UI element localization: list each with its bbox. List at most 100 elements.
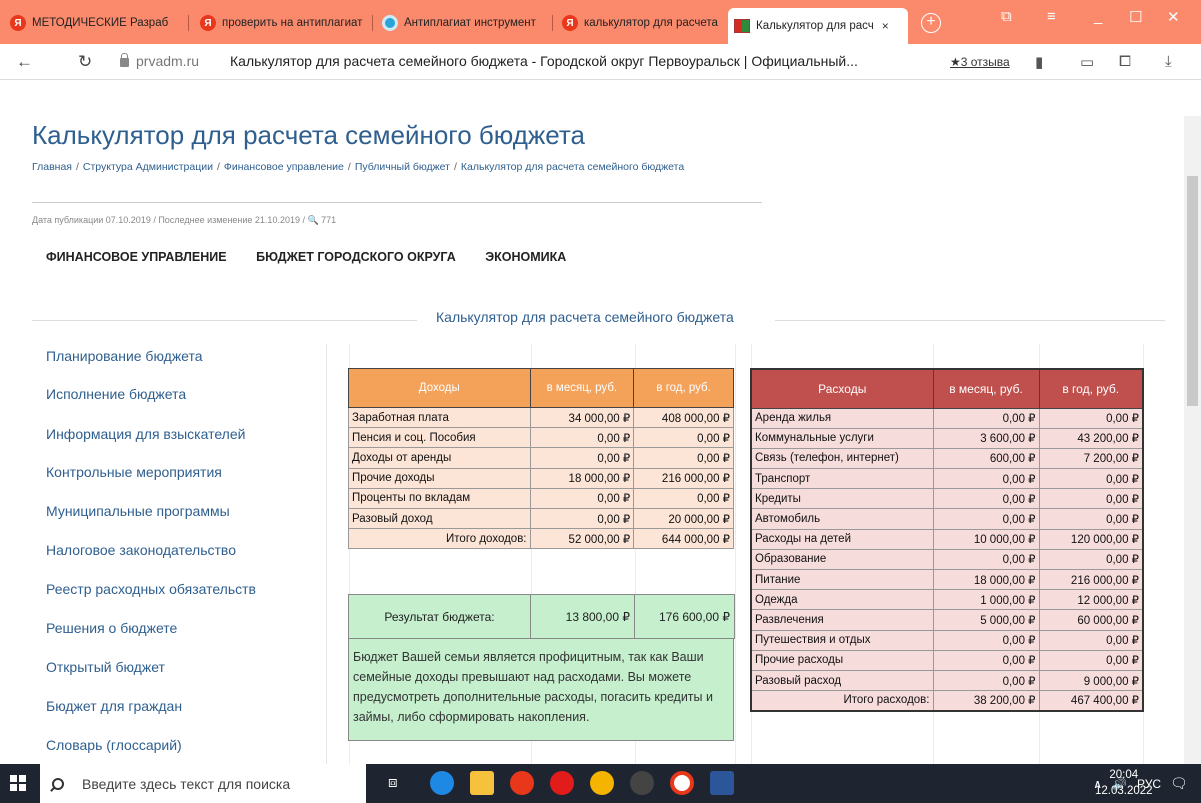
- yandex-icon: Я: [562, 15, 578, 31]
- maximize-icon[interactable]: ☐: [1129, 8, 1142, 26]
- battery-icon[interactable]: ▭: [1080, 53, 1094, 71]
- new-tab-button[interactable]: +: [921, 13, 941, 33]
- income-header: Доходы: [348, 368, 531, 408]
- table-row: Образование 0,00 ₽0,00 ₽: [750, 548, 1144, 571]
- back-arrow-icon[interactable]: ←: [16, 52, 33, 72]
- chrome-icon[interactable]: [590, 771, 614, 795]
- page-title: Калькулятор для расчета семейного бюджет…: [32, 120, 585, 150]
- tab-label: калькулятор для расчета: [584, 17, 718, 29]
- sidebar-item[interactable]: Реестр расходных обязательств: [46, 581, 256, 597]
- minimize-icon[interactable]: _: [1094, 8, 1102, 25]
- result-year: 176 600,00 ₽: [634, 594, 735, 639]
- tab-label: Антиплагиат инструмент: [404, 17, 536, 29]
- sidebar-item[interactable]: Муниципальные программы: [46, 503, 230, 519]
- sidebar-item[interactable]: Решения о бюджете: [46, 620, 177, 636]
- budget-result: Результат бюджета: 13 800,00 ₽ 176 600,0…: [348, 594, 735, 639]
- clock-date: 12.03.2022: [1095, 785, 1153, 797]
- table-row: Одежда 1 000,00 ₽12 000,00 ₽: [750, 589, 1144, 611]
- table-row: Проценты по вкладам 0,00 ₽0,00 ₽: [348, 487, 734, 509]
- browser-tab[interactable]: Я калькулятор для расчета: [556, 10, 721, 36]
- breadcrumb-link[interactable]: Финансовое управление: [224, 161, 344, 173]
- lock-icon: [120, 53, 129, 67]
- income-total-row: Итого доходов: 52 000,00 ₽644 000,00 ₽: [348, 528, 734, 550]
- scrollbar-thumb[interactable]: [1187, 176, 1198, 406]
- page-scrollbar[interactable]: [1184, 116, 1201, 764]
- url-domain[interactable]: prvadm.ru: [136, 53, 199, 69]
- publication-info: Дата публикации 07.10.2019 / Последнее и…: [32, 215, 337, 225]
- menu-item-city-budget[interactable]: БЮДЖЕТ ГОРОДСКОГО ОКРУГА: [256, 250, 456, 264]
- notifications-icon[interactable]: 🗨: [1170, 775, 1188, 792]
- divider: [775, 320, 1165, 321]
- breadcrumb-link[interactable]: Публичный бюджет: [355, 161, 450, 173]
- reviews-link[interactable]: ★3 отзыва: [950, 55, 1010, 69]
- table-row: Прочие доходы 18 000,00 ₽216 000,00 ₽: [348, 467, 734, 489]
- camera-icon: [382, 15, 398, 31]
- menu-item-finance[interactable]: ФИНАНСОВОЕ УПРАВЛЕНИЕ: [46, 250, 227, 264]
- page-content: Калькулятор для расчета семейного бюджет…: [0, 80, 1184, 764]
- tab-separator: [188, 15, 189, 31]
- result-label: Результат бюджета:: [348, 594, 531, 639]
- task-view-icon[interactable]: ⧈: [388, 774, 398, 791]
- yandex-icon: Я: [200, 15, 216, 31]
- sidebar-item[interactable]: Открытый бюджет: [46, 659, 165, 675]
- close-window-icon[interactable]: ✕: [1167, 8, 1180, 26]
- download-icon[interactable]: ⤓: [1165, 53, 1172, 70]
- sidebar-item[interactable]: Бюджет для граждан: [46, 698, 182, 714]
- bookmark-icon[interactable]: ▮: [1035, 53, 1043, 71]
- table-row: Расходы на детей 10 000,00 ₽120 000,00 ₽: [750, 528, 1144, 550]
- tab-separator: [372, 15, 373, 31]
- sidebar-item[interactable]: Налоговое законодательство: [46, 542, 236, 558]
- income-header-year: в год, руб.: [633, 368, 734, 408]
- table-row: Развлечения 5 000,00 ₽60 000,00 ₽: [750, 609, 1144, 631]
- edge-icon[interactable]: [430, 771, 454, 795]
- section-menu: ФИНАНСОВОЕ УПРАВЛЕНИЕ БЮДЖЕТ ГОРОДСКОГО …: [46, 250, 592, 264]
- table-row: Аренда жилья 0,00 ₽0,00 ₽: [750, 407, 1144, 429]
- divider: [32, 202, 762, 203]
- browser-tab-active[interactable]: Калькулятор для расч ×: [728, 8, 908, 44]
- address-bar: ← ↻ prvadm.ru Калькулятор для расчета се…: [0, 44, 1201, 80]
- table-row: Кредиты 0,00 ₽0,00 ₽: [750, 488, 1144, 510]
- browser-tab[interactable]: Антиплагиат инструмент: [376, 10, 546, 36]
- income-table: Доходы в месяц, руб. в год, руб. Заработ…: [348, 368, 734, 550]
- extensions-icon[interactable]: ⧠: [1119, 53, 1131, 70]
- expense-header: Расходы: [750, 368, 934, 409]
- table-row: Заработная плата 34 000,00 ₽408 000,00 ₽: [348, 406, 734, 429]
- taskbar-search[interactable]: Введите здесь текст для поиска: [40, 764, 366, 803]
- tab-label: МЕТОДИЧЕСКИЕ Разраб: [32, 17, 169, 29]
- opera-icon[interactable]: [550, 771, 574, 795]
- clock-time: 20:04: [1109, 769, 1139, 781]
- browser-tab[interactable]: Я МЕТОДИЧЕСКИЕ Разраб: [4, 10, 184, 36]
- sidebar-item[interactable]: Контрольные мероприятия: [46, 464, 222, 480]
- breadcrumb: Главная / Структура Администрации / Финансов…: [32, 161, 685, 173]
- windows-start-icon[interactable]: [10, 775, 26, 791]
- url-page-title[interactable]: Калькулятор для расчета семейного бюджет…: [230, 53, 858, 69]
- menu-item-economy[interactable]: ЭКОНОМИКА: [485, 250, 566, 264]
- income-header-month: в месяц, руб.: [529, 368, 635, 408]
- reload-icon[interactable]: ↻: [78, 52, 92, 72]
- browser-tab-bar: Я МЕТОДИЧЕСКИЕ Разраб Я проверить на ант…: [0, 0, 1201, 44]
- yandex-app-icon[interactable]: [670, 771, 694, 795]
- table-row: Пенсия и соц. Пособия 0,00 ₽0,00 ₽: [348, 427, 734, 449]
- table-row: Доходы от аренды 0,00 ₽0,00 ₽: [348, 447, 734, 469]
- breadcrumb-current: Калькулятор для расчета семейного бюджет…: [460, 161, 685, 173]
- search-icon: [52, 777, 64, 790]
- browser-tab[interactable]: Я проверить на антиплагиат: [194, 10, 364, 36]
- game-icon[interactable]: [630, 771, 654, 795]
- sidebar-item[interactable]: Планирование бюджета: [46, 348, 203, 364]
- sidebar-item[interactable]: Информация для взыскателей: [46, 426, 245, 442]
- sidebar-item[interactable]: Словарь (глоссарий): [46, 737, 182, 753]
- table-row: Питание 18 000,00 ₽216 000,00 ₽: [750, 568, 1144, 591]
- yandex-browser-icon[interactable]: [510, 771, 534, 795]
- table-row: Автомобиль 0,00 ₽0,00 ₽: [750, 508, 1144, 530]
- sidebar-item[interactable]: Исполнение бюджета: [46, 386, 186, 402]
- menu-icon[interactable]: ≡: [1047, 8, 1056, 25]
- breadcrumb-link[interactable]: Структура Администрации: [83, 161, 213, 173]
- bookmarks-panel-icon[interactable]: ⧉: [1001, 8, 1012, 25]
- breadcrumb-link[interactable]: Главная: [32, 161, 72, 173]
- taskbar-search-input[interactable]: Введите здесь текст для поиска: [82, 776, 290, 792]
- tab-close-icon[interactable]: ×: [882, 19, 889, 33]
- file-explorer-icon[interactable]: [470, 771, 494, 795]
- table-row: Разовый расход 0,00 ₽9 000,00 ₽: [750, 669, 1144, 692]
- clock[interactable]: 20:04 12.03.2022: [1095, 767, 1153, 799]
- word-icon[interactable]: [710, 771, 734, 795]
